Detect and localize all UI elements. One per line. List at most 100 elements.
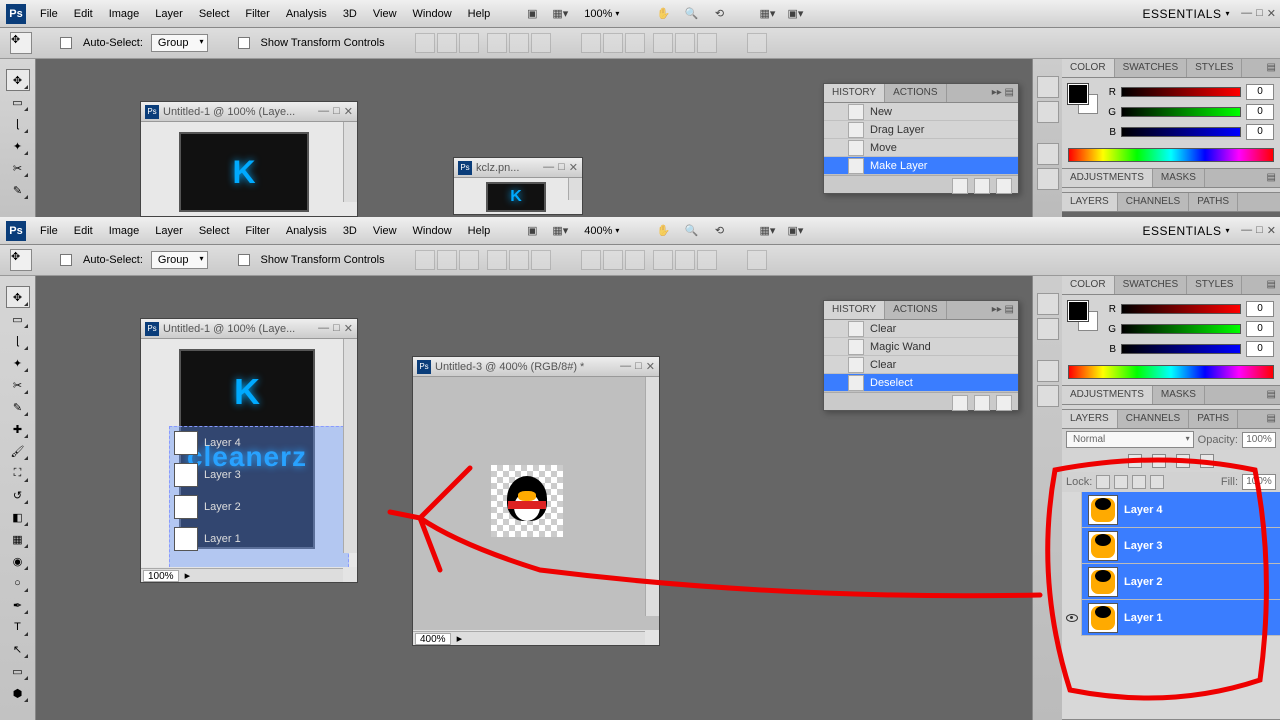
tab-swatches[interactable]: SWATCHES (1115, 59, 1188, 77)
g-value[interactable]: 0 (1246, 321, 1274, 337)
panel-menu-icon[interactable]: ▤ (1267, 413, 1276, 424)
brush-tool[interactable]: 🖌 (6, 440, 30, 462)
panel-menu-icon[interactable]: ▸▸ ▤ (992, 304, 1014, 315)
zoom-icon[interactable]: 🔍 (682, 222, 700, 240)
tab-masks[interactable]: MASKS (1153, 386, 1205, 404)
menu-edit[interactable]: Edit (66, 3, 101, 25)
close-icon[interactable]: ✕ (344, 322, 353, 335)
trash-icon[interactable] (996, 178, 1012, 194)
eyedropper-tool[interactable]: ✎ (6, 179, 30, 201)
transform-checkbox[interactable] (238, 37, 250, 49)
align-vcenter-icon[interactable] (437, 33, 457, 53)
layers-icon-btn[interactable] (1200, 454, 1214, 468)
auto-select-dropdown[interactable]: Group (151, 34, 208, 52)
doc-zoom[interactable]: 400% (415, 633, 451, 645)
trash-icon[interactable] (996, 395, 1012, 411)
lasso-tool[interactable]: ɭ (6, 330, 30, 352)
text-tool[interactable]: T (6, 616, 30, 638)
tab-layers[interactable]: LAYERS (1062, 410, 1118, 428)
min-icon[interactable]: — (620, 360, 631, 373)
document-window-u3[interactable]: Ps Untitled-3 @ 400% (RGB/8#) * —□✕ 400%… (412, 356, 660, 646)
close-icon[interactable]: ✕ (646, 360, 655, 373)
layers-icon-btn[interactable] (1128, 454, 1142, 468)
zoom-level[interactable]: 400% (584, 225, 619, 237)
menu-layer[interactable]: Layer (147, 220, 191, 242)
align-top-icon[interactable] (415, 250, 435, 270)
strip-icon[interactable] (1037, 101, 1059, 123)
scroll-v[interactable] (343, 339, 357, 553)
dist-left-icon[interactable] (653, 33, 673, 53)
new-state-icon[interactable] (974, 395, 990, 411)
dist-vcenter-icon[interactable] (603, 250, 623, 270)
menu-edit[interactable]: Edit (66, 220, 101, 242)
color-swatch[interactable] (1068, 84, 1098, 114)
crop-tool[interactable]: ✂ (6, 374, 30, 396)
auto-select-dropdown[interactable]: Group (151, 251, 208, 269)
screen-mode-icon[interactable]: ▣▾ (786, 222, 804, 240)
menu-filter[interactable]: Filter (237, 3, 277, 25)
strip-icon[interactable] (1037, 318, 1059, 340)
spectrum-bar[interactable] (1068, 148, 1274, 162)
min-icon[interactable]: — (318, 322, 329, 335)
tab-color[interactable]: COLOR (1062, 59, 1115, 77)
r-value[interactable]: 0 (1246, 84, 1274, 100)
menu-3d[interactable]: 3D (335, 220, 365, 242)
panel-menu-icon[interactable]: ▸▸ ▤ (992, 87, 1014, 98)
snapshot-icon[interactable] (952, 395, 968, 411)
align-hcenter-icon[interactable] (509, 250, 529, 270)
lock-position-icon[interactable] (1114, 475, 1128, 489)
stamp-tool[interactable]: ⛶ (6, 462, 30, 484)
wand-tool[interactable]: ✦ (6, 135, 30, 157)
tab-swatches[interactable]: SWATCHES (1115, 276, 1188, 294)
layer-thumbnail[interactable] (1088, 603, 1118, 633)
blend-mode-dropdown[interactable]: Normal (1066, 431, 1194, 448)
pen-tool[interactable]: ✒ (6, 594, 30, 616)
strip-icon[interactable] (1037, 293, 1059, 315)
auto-select-checkbox[interactable] (60, 254, 72, 266)
menu-select[interactable]: Select (191, 220, 238, 242)
menu-3d[interactable]: 3D (335, 3, 365, 25)
transform-checkbox[interactable] (238, 254, 250, 266)
crop-tool[interactable]: ✂ (6, 157, 30, 179)
max-icon[interactable]: □ (333, 322, 340, 335)
history-brush-tool[interactable]: ↺ (6, 484, 30, 506)
menu-view[interactable]: View (365, 220, 405, 242)
menu-window[interactable]: Window (405, 220, 460, 242)
history-item[interactable]: Magic Wand (824, 338, 1018, 356)
align-bottom-icon[interactable] (459, 250, 479, 270)
path-tool[interactable]: ↖ (6, 638, 30, 660)
min-icon[interactable]: — (543, 161, 554, 174)
snapshot-icon[interactable] (952, 178, 968, 194)
workspace-switcher[interactable]: ESSENTIALS (1142, 224, 1230, 238)
window-controls-2[interactable]: —□✕ (1241, 224, 1276, 237)
dist-bottom-icon[interactable] (625, 250, 645, 270)
close-icon[interactable]: ✕ (344, 105, 353, 118)
panel-menu-icon[interactable]: ▤ (1267, 172, 1276, 183)
align-bottom-icon[interactable] (459, 33, 479, 53)
strip-icon[interactable] (1037, 168, 1059, 190)
color-swatch[interactable] (1068, 301, 1098, 331)
fill-value[interactable]: 100% (1242, 474, 1276, 490)
window-controls-1[interactable]: —□✕ (1241, 7, 1276, 20)
align-left-icon[interactable] (487, 33, 507, 53)
r-value[interactable]: 0 (1246, 301, 1274, 317)
tab-history[interactable]: HISTORY (824, 84, 885, 102)
tab-adjustments[interactable]: ADJUSTMENTS (1062, 169, 1153, 187)
g-value[interactable]: 0 (1246, 104, 1274, 120)
close-icon[interactable]: ✕ (569, 161, 578, 174)
marquee-tool[interactable]: ▭ (6, 308, 30, 330)
layer-thumbnail[interactable] (1088, 567, 1118, 597)
dodge-tool[interactable]: ○ (6, 572, 30, 594)
tab-paths[interactable]: PATHS (1189, 410, 1238, 428)
dist-left-icon[interactable] (653, 250, 673, 270)
auto-align-icon[interactable] (747, 250, 767, 270)
align-right-icon[interactable] (531, 250, 551, 270)
tab-history[interactable]: HISTORY (824, 301, 885, 319)
strip-icon[interactable] (1037, 385, 1059, 407)
menu-layer[interactable]: Layer (147, 3, 191, 25)
visibility-toggle[interactable] (1062, 564, 1082, 600)
tab-masks[interactable]: MASKS (1153, 169, 1205, 187)
spectrum-bar[interactable] (1068, 365, 1274, 379)
tab-paths[interactable]: PATHS (1189, 193, 1238, 211)
document-window-2[interactable]: Ps kclz.pn... —□✕ K (453, 157, 583, 215)
